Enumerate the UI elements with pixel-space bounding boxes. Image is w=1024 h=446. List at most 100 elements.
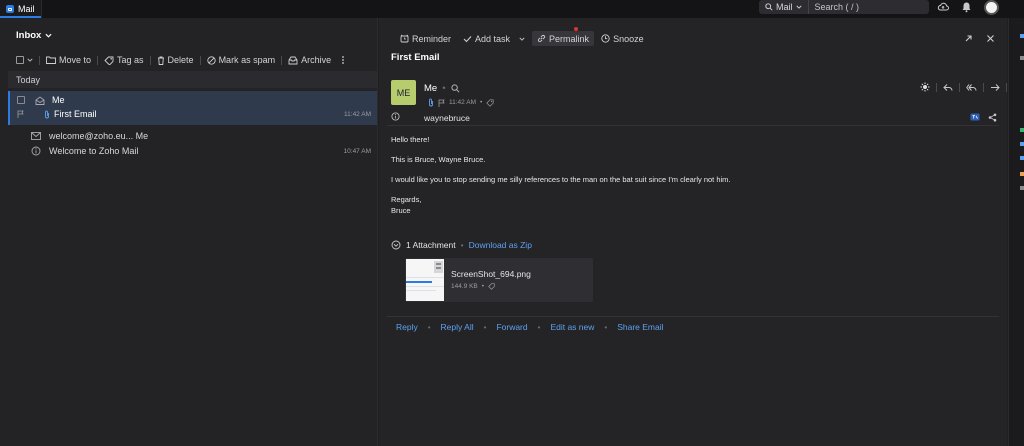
forward-link[interactable]: Forward [496,322,527,332]
collapse-circle-icon[interactable] [391,240,401,250]
divider [199,55,201,65]
chevron-down-icon[interactable] [519,36,525,42]
list-item-top-line: Me [17,95,65,105]
download-as-zip-link[interactable]: Download as Zip [469,240,532,250]
archive-button[interactable]: Archive [288,55,331,65]
user-avatar[interactable] [984,0,999,15]
move-to-label: Move to [59,55,92,65]
list-item-sender: Me [52,95,65,105]
list-item-time: 11:42 AM [344,111,371,118]
tag-as-button[interactable]: Tag as [104,55,144,65]
search-scope-dropdown[interactable]: Mail [759,0,809,14]
search-box[interactable]: Mail Search ( / ) [759,0,929,14]
tag-icon[interactable] [486,98,494,107]
delete-button[interactable]: Delete [157,55,194,65]
body-greeting: Hello there! [391,135,430,144]
app-strip-icon[interactable] [1020,156,1024,160]
chevron-down-icon [795,5,802,9]
reply-all-icon[interactable] [966,83,977,92]
add-task-button[interactable]: Add task [458,31,530,46]
attachment-card[interactable]: ScreenShot_694.png 144.9 KB • [405,258,593,302]
app-strip-icon[interactable] [1020,172,1024,176]
app-strip-icon[interactable] [1020,128,1024,132]
attachment-size: 144.9 KB [451,283,478,290]
attachment-count: 1 Attachment [406,240,456,250]
app-strip-icon[interactable] [1020,186,1024,190]
flag-icon[interactable] [17,110,24,118]
forward-icon[interactable] [990,83,1000,92]
tag-as-label: Tag as [117,55,144,65]
reply-link[interactable]: Reply [396,322,418,332]
list-item-top-line: welcome@zoho.eu... Me [31,131,148,141]
reminder-button[interactable]: Reminder [395,31,456,46]
reply-icon[interactable] [943,83,953,92]
app-strip-icon[interactable] [1020,34,1024,38]
right-app-strip [1008,18,1024,446]
move-to-button[interactable]: Move to [46,55,91,65]
info-icon[interactable] [391,112,400,121]
notification-dot [574,27,578,31]
separator-dot: • [427,322,431,332]
list-item[interactable]: Me First Email 11:42 AM [8,91,377,125]
list-item-sender: welcome@zoho.eu... Me [49,131,149,141]
divider [387,316,999,317]
trash-icon [157,56,164,65]
envelope-icon [31,132,41,140]
body-regards: Regards, [391,195,422,204]
share-icon[interactable] [988,113,997,122]
app-strip-icon[interactable] [1020,56,1024,60]
message-body: Hello there! This is Bruce, Wayne Bruce.… [391,135,991,216]
permalink-button[interactable]: Permalink [532,31,595,46]
translate-icon[interactable] [970,113,980,121]
checkbox-box [16,56,24,64]
divider [39,55,40,65]
tag-icon[interactable] [488,283,495,290]
settings-icon[interactable] [920,82,930,92]
expand-icon[interactable] [964,34,973,43]
close-icon[interactable] [986,34,995,43]
attachment-thumbnail[interactable] [406,259,444,301]
checkmark-icon [463,35,472,42]
app-strip-icon[interactable] [1020,142,1024,146]
share-email-link[interactable]: Share Email [617,322,663,332]
row-checkbox[interactable] [17,96,25,104]
folder-selector[interactable]: Inbox [16,30,52,41]
paperclip-icon [45,110,49,118]
separator-dot: • [483,322,487,332]
tag-icon [104,56,114,65]
mark-as-spam-button[interactable]: Mark as spam [206,55,276,65]
body-line-2: I would like you to stop sending me sill… [391,175,731,184]
edit-as-new-link[interactable]: Edit as new [550,322,594,332]
snooze-button[interactable]: Snooze [596,31,649,46]
permalink-label: Permalink [549,33,590,44]
attachment-meta: 144.9 KB • [451,283,495,290]
divider [97,55,99,65]
notifications-bell-icon[interactable] [961,1,972,13]
list-item[interactable]: welcome@zoho.eu... Me Welcome to Zoho Ma… [8,128,377,162]
recipient-actions [970,113,997,122]
group-header-label: Today [16,74,41,85]
screenshot-thumbnail-image [406,259,444,301]
search-icon[interactable] [450,84,460,93]
separator-dot: • [481,283,485,290]
more-vertical-icon [342,56,344,64]
search-input[interactable]: Search ( / ) [809,2,860,12]
mark-as-spam-label: Mark as spam [218,55,276,65]
tab-mail[interactable]: Mail [0,0,42,18]
sender-avatar: ME [391,80,416,105]
snooze-label: Snooze [613,33,644,44]
folder-icon [46,56,56,64]
more-options-button[interactable] [341,55,345,65]
message-actions [920,82,1021,92]
reply-all-link[interactable]: Reply All [441,322,474,332]
sender-name[interactable]: Me [424,83,437,94]
info-icon [31,146,41,156]
recipient-name[interactable]: waynebruce [424,113,470,123]
body-line-1: This is Bruce, Wayne Bruce. [391,155,486,164]
paperclip-icon [429,98,433,107]
cloud-upload-icon[interactable] [937,1,949,13]
attachment-filename: ScreenShot_694.png [451,269,531,279]
select-all-checkbox[interactable] [16,56,33,64]
flag-icon[interactable] [438,99,445,107]
reading-pane [379,18,1007,446]
